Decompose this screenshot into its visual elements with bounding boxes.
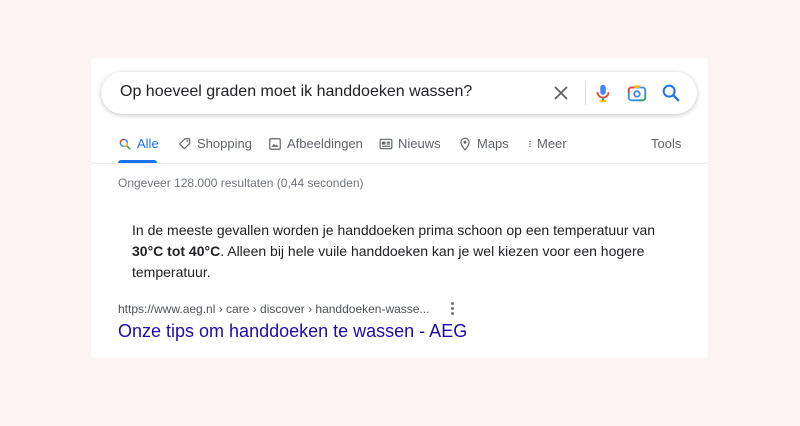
tab-label: Meer xyxy=(537,136,567,151)
result-menu-icon[interactable] xyxy=(447,302,457,316)
search-bar[interactable]: Op hoeveel graden moet ik handdoeken was… xyxy=(101,72,697,114)
tab-label: Afbeeldingen xyxy=(287,136,363,151)
search-icon[interactable] xyxy=(660,82,682,104)
more-vertical-icon xyxy=(529,140,531,147)
image-icon xyxy=(269,137,281,150)
map-pin-icon xyxy=(460,137,470,151)
search-icon xyxy=(119,138,131,149)
featured-snippet: In de meeste gevallen worden je handdoek… xyxy=(132,220,662,283)
tab-label: Nieuws xyxy=(398,136,441,151)
tab-label: Maps xyxy=(477,136,509,151)
camera-icon[interactable] xyxy=(626,82,648,104)
microphone-icon[interactable] xyxy=(592,82,614,104)
tab-more[interactable]: Meer xyxy=(526,136,567,151)
tab-label: Alle xyxy=(137,136,159,151)
tabs-divider xyxy=(91,163,708,164)
news-icon xyxy=(379,138,393,149)
tab-news[interactable]: Nieuws xyxy=(379,136,441,151)
search-divider xyxy=(585,81,586,105)
tab-label: Shopping xyxy=(197,136,252,151)
search-tabs: Alle Shopping Afbeeldingen Nieuws Maps M… xyxy=(118,136,681,156)
tools-button[interactable]: Tools xyxy=(651,136,681,151)
tools-label: Tools xyxy=(651,136,682,151)
search-query[interactable]: Op hoeveel graden moet ik handdoeken was… xyxy=(120,83,472,101)
tab-all[interactable]: Alle xyxy=(118,136,159,151)
result-stats: Ongeveer 128.000 resultaten (0,44 second… xyxy=(118,176,364,190)
tab-shopping[interactable]: Shopping xyxy=(178,136,252,151)
tab-images[interactable]: Afbeeldingen xyxy=(268,136,363,151)
clear-icon[interactable] xyxy=(550,82,572,104)
result-url[interactable]: https://www.aeg.nl › care › discover › h… xyxy=(118,302,429,316)
snippet-highlight: 30°C tot 40°C xyxy=(132,243,221,259)
tag-icon xyxy=(179,137,191,149)
snippet-text-before: In de meeste gevallen worden je handdoek… xyxy=(132,222,656,238)
result-title-link[interactable]: Onze tips om handdoeken te wassen - AEG xyxy=(118,321,467,342)
tab-maps[interactable]: Maps xyxy=(458,136,509,151)
